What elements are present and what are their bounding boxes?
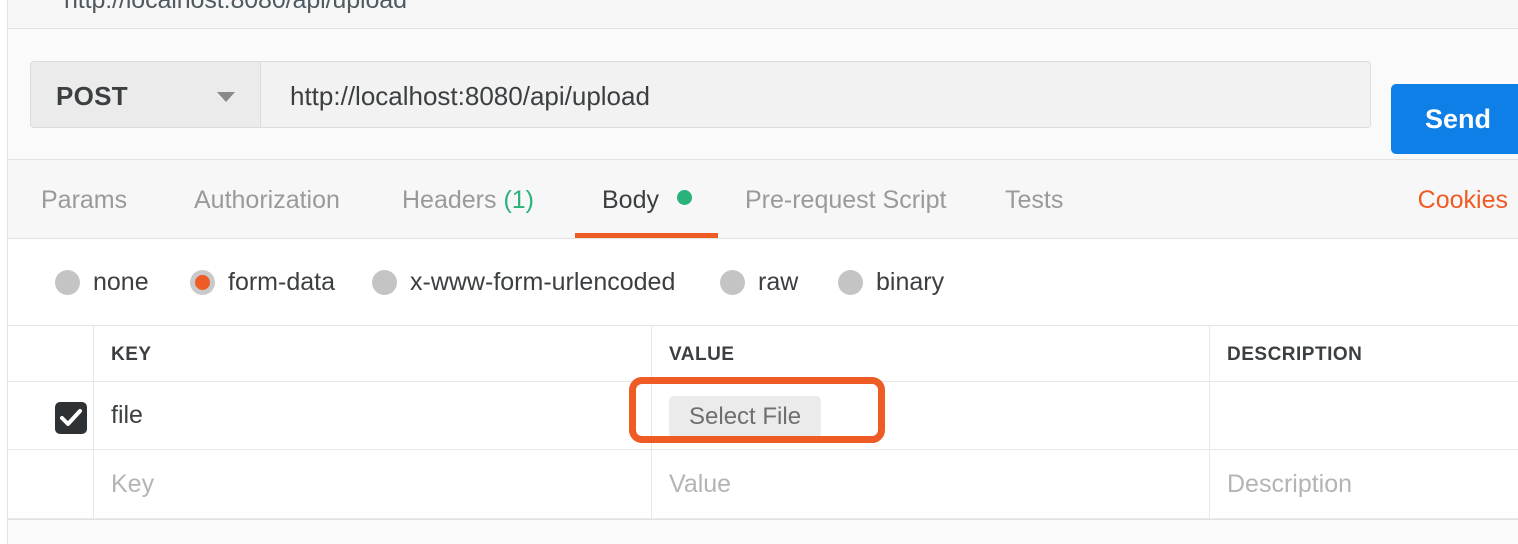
- checkmark-icon: [60, 409, 82, 426]
- cookies-link[interactable]: Cookies: [1418, 186, 1508, 215]
- tab-headers-label: Headers: [402, 186, 497, 214]
- placeholder-description-cell[interactable]: Description: [1209, 450, 1518, 518]
- placeholder-key-cell[interactable]: Key: [93, 450, 651, 518]
- tab-params[interactable]: Params: [41, 186, 127, 215]
- table-placeholder-row: Key Value Description: [8, 450, 1518, 519]
- postman-request-builder: http://localhost:8080/api/upload POST ht…: [0, 0, 1518, 544]
- tab-authorization[interactable]: Authorization: [194, 186, 340, 215]
- tab-headers-count: (1): [503, 186, 535, 214]
- header-cell-value: VALUE: [651, 326, 1209, 381]
- radio-binary-icon: [838, 269, 863, 295]
- radio-form-data-icon: [190, 269, 215, 295]
- tab-body-label: Body: [602, 186, 659, 214]
- radio-binary-label: binary: [876, 267, 945, 296]
- row-enabled-checkbox[interactable]: [55, 402, 87, 434]
- radio-raw-icon: [720, 269, 745, 295]
- response-pane: Body Cookies (1) Headers (8) Test Result…: [8, 519, 1518, 544]
- form-data-table: KEY VALUE DESCRIPTION file Select File K…: [8, 325, 1518, 519]
- radio-raw[interactable]: raw: [720, 264, 798, 300]
- row-value-cell[interactable]: Select File: [651, 382, 1209, 449]
- request-url-input[interactable]: http://localhost:8080/api/upload: [261, 61, 1371, 128]
- select-file-button[interactable]: Select File: [669, 396, 822, 438]
- tab-tests[interactable]: Tests: [1005, 186, 1063, 215]
- row-checkbox-cell: [8, 382, 93, 449]
- active-tab-underline: [575, 233, 718, 238]
- radio-x-www-form-urlencoded[interactable]: x-www-form-urlencoded: [372, 264, 675, 300]
- header-cell-key: KEY: [93, 326, 651, 381]
- tab-pre-request-script-label: Pre-request Script: [745, 186, 947, 214]
- placeholder-value-cell[interactable]: Value: [651, 450, 1209, 518]
- header-cell-checkbox: [8, 326, 93, 381]
- table-row: file Select File: [8, 382, 1518, 450]
- tab-headers[interactable]: Headers (1): [402, 186, 534, 215]
- body-type-selector: none form-data x-www-form-urlencoded raw…: [8, 239, 1518, 325]
- row-key-value: file: [111, 401, 143, 429]
- request-tab-strip: http://localhost:8080/api/upload: [8, 0, 1518, 29]
- tab-params-label: Params: [41, 186, 128, 214]
- http-method-label: POST: [56, 81, 128, 111]
- body-has-content-dot-icon: [676, 190, 692, 205]
- radio-raw-label: raw: [758, 267, 799, 296]
- placeholder-checkbox-cell: [8, 450, 93, 518]
- radio-x-www-form-urlencoded-label: x-www-form-urlencoded: [410, 267, 676, 296]
- radio-form-data-label: form-data: [228, 267, 335, 296]
- send-button[interactable]: Send: [1391, 84, 1518, 154]
- row-key-cell[interactable]: file: [93, 382, 651, 449]
- header-cell-description: DESCRIPTION: [1209, 326, 1518, 381]
- placeholder-description-text: Description: [1227, 470, 1353, 498]
- radio-none-label: none: [93, 267, 149, 296]
- tab-body[interactable]: Body: [602, 186, 692, 215]
- radio-none[interactable]: none: [55, 264, 149, 300]
- radio-x-www-form-urlencoded-icon: [372, 269, 397, 295]
- request-url-value: http://localhost:8080/api/upload: [290, 81, 650, 111]
- request-subtab-bar: Params Authorization Headers (1) Body Pr…: [8, 160, 1518, 239]
- tab-pre-request-script[interactable]: Pre-request Script: [745, 186, 946, 215]
- chevron-down-icon: [217, 92, 235, 102]
- request-tab-title[interactable]: http://localhost:8080/api/upload: [64, 0, 407, 15]
- radio-binary[interactable]: binary: [838, 264, 944, 300]
- tab-authorization-label: Authorization: [194, 186, 340, 214]
- radio-form-data[interactable]: form-data: [190, 264, 335, 300]
- placeholder-value-text: Value: [669, 470, 732, 498]
- radio-none-icon: [55, 269, 80, 295]
- placeholder-key-text: Key: [111, 470, 155, 498]
- row-description-cell[interactable]: [1209, 382, 1518, 449]
- table-header-row: KEY VALUE DESCRIPTION: [8, 326, 1518, 382]
- http-method-select[interactable]: POST: [30, 61, 261, 128]
- tab-tests-label: Tests: [1005, 186, 1064, 214]
- url-bar: POST http://localhost:8080/api/upload Se…: [8, 29, 1518, 160]
